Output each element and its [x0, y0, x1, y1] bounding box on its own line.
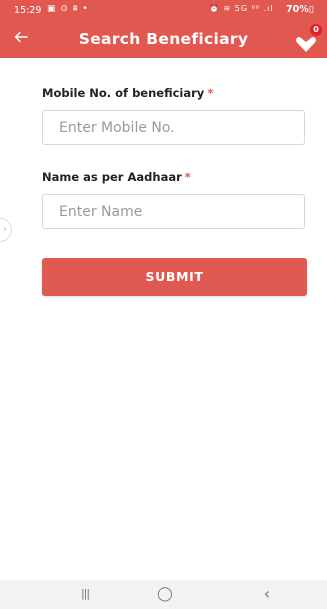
filter-button[interactable]: 0 [293, 24, 323, 54]
home-button[interactable]: ◯ [150, 584, 180, 604]
side-drawer-handle[interactable]: › [0, 218, 12, 242]
name-field-label: Name as per Aadhaar * [42, 170, 191, 184]
page-title: Search Beneficiary [78, 30, 249, 48]
battery-indicator: 70%▯ [286, 4, 314, 15]
mobile-field-label: Mobile No. of beneficiary * [42, 86, 213, 100]
status-bar: 15:29 ▣ ⊙ ⩩ • ⏰ ≋ 5G ⁸⁸ .ıl 70%▯ [0, 0, 327, 20]
filter-count-badge: 0 [310, 24, 322, 36]
submit-button[interactable]: SUBMIT [42, 258, 307, 296]
recents-button[interactable]: ||| [70, 584, 100, 604]
status-time: 15:29 [14, 5, 42, 16]
mobile-input[interactable] [43, 111, 304, 144]
mobile-label-text: Mobile No. of beneficiary [42, 86, 205, 100]
back-nav-button[interactable]: ‹ [252, 584, 282, 604]
heart-down-icon [296, 37, 316, 52]
notification-icons: ▣ ⊙ ⩩ • [47, 4, 89, 14]
mobile-field[interactable] [42, 110, 305, 145]
required-marker: * [207, 86, 214, 100]
system-nav-bar: ||| ◯ ‹ [0, 580, 327, 609]
chevron-right-icon: › [3, 224, 7, 235]
name-label-text: Name as per Aadhaar [42, 170, 182, 184]
name-input[interactable] [43, 195, 304, 228]
required-marker: * [184, 170, 191, 184]
app-bar: 15:29 ▣ ⊙ ⩩ • ⏰ ≋ 5G ⁸⁸ .ıl 70%▯ Search … [0, 0, 327, 58]
name-field[interactable] [42, 194, 305, 229]
signal-icons: ⏰ ≋ 5G ⁸⁸ .ıl [209, 4, 274, 13]
